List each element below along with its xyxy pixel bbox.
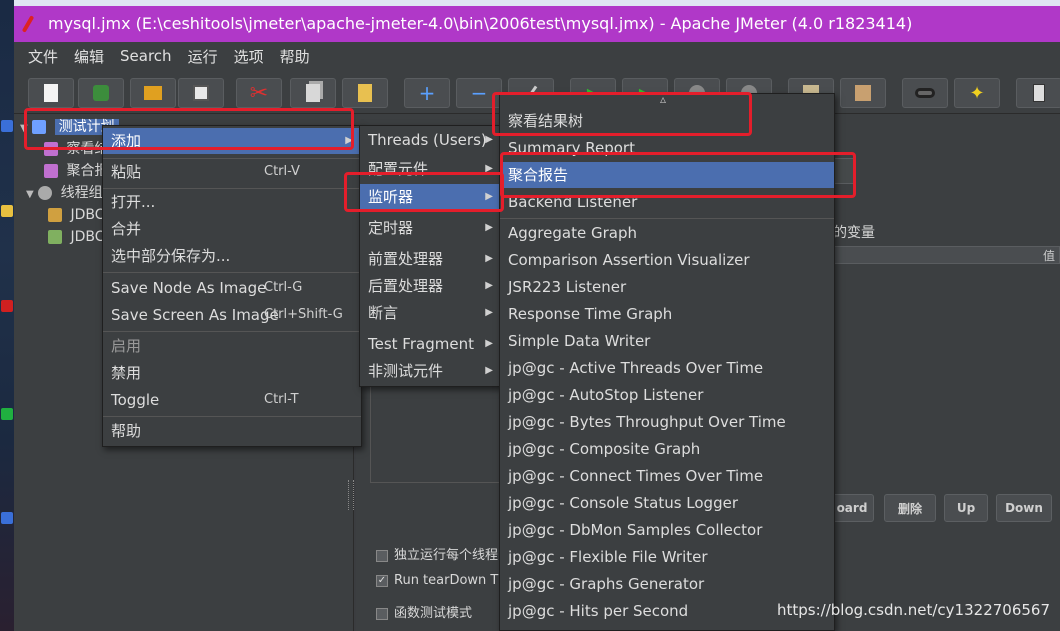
watermark-text: https://blog.csdn.net/cy1322706567 <box>776 601 1050 619</box>
listener-composite-graph[interactable]: jp@gc - Composite Graph <box>500 436 834 462</box>
tree-label-jdbc-1: JDBC <box>70 207 105 223</box>
add-from-clipboard-button[interactable]: oard <box>830 494 874 522</box>
desktop-app-icon[interactable] <box>1 300 13 312</box>
context-menu-open[interactable]: 打开... <box>103 189 361 215</box>
paste-icon[interactable] <box>342 78 388 108</box>
add-submenu-pre-processor[interactable]: 前置处理器 ▶ <box>360 246 501 272</box>
listener-active-threads[interactable]: jp@gc - Active Threads Over Time <box>500 355 834 381</box>
menu-search[interactable]: Search <box>112 47 180 65</box>
menu-options[interactable]: 选项 <box>226 46 272 67</box>
jdbc-config-icon <box>48 208 62 222</box>
templates-icon[interactable] <box>78 78 124 108</box>
add-submenu: Threads (Users) ▶ 配置元件 ▶ 监听器 ▶ 定时器 ▶ 前置处理器 ▶ … <box>359 125 502 387</box>
annotation-box-test-plan <box>24 108 354 150</box>
context-menu-save-node-image[interactable]: Save Node As Image Ctrl-G <box>103 275 361 301</box>
checkbox-box[interactable] <box>376 607 388 620</box>
listener-dbmon-collector[interactable]: jp@gc - DbMon Samples Collector <box>500 517 834 543</box>
checkbox-functional-mode[interactable]: 函数测试模式 <box>376 602 472 621</box>
tree-expand-arrow-icon-2[interactable]: ▼ <box>26 189 34 200</box>
up-button[interactable]: Up <box>944 494 988 522</box>
tree-node-aggregate[interactable]: 聚合报 <box>44 160 108 182</box>
listener-simple-data-writer[interactable]: Simple Data Writer <box>500 328 834 354</box>
tree-node-jdbc-1[interactable]: JDBC <box>48 204 105 226</box>
listener-console-status-logger[interactable]: jp@gc - Console Status Logger <box>500 490 834 516</box>
checkbox-box-checked[interactable]: ✓ <box>376 574 388 587</box>
desktop-folder-icon[interactable] <box>1 205 13 217</box>
listener-flexible-file-writer[interactable]: jp@gc - Flexible File Writer <box>500 544 834 570</box>
desktop-shortcut-icon-2[interactable] <box>1 512 13 524</box>
listener-jsr223[interactable]: JSR223 Listener <box>500 274 834 300</box>
context-menu: 添加 ▶ 粘贴 Ctrl-V 打开... 合并 选中部分保存为... Save No… <box>102 125 362 447</box>
checkbox-box[interactable] <box>376 549 388 562</box>
listener-autostop[interactable]: jp@gc - AutoStop Listener <box>500 382 834 408</box>
expand-icon[interactable]: + <box>404 78 450 108</box>
menu-help[interactable]: 帮助 <box>272 46 318 67</box>
listener-aggregate-graph[interactable]: Aggregate Graph <box>500 220 834 246</box>
context-menu-help[interactable]: 帮助 <box>103 418 361 444</box>
new-icon[interactable] <box>28 78 74 108</box>
splitter-handle[interactable] <box>348 480 354 510</box>
delete-button[interactable]: 删除 <box>884 494 936 522</box>
tree-node-jdbc-2[interactable]: JDBC <box>48 226 105 248</box>
variables-table-header: 值 <box>833 246 1060 264</box>
menubar: 文件 编辑 Search 运行 选项 帮助 <box>14 42 1060 70</box>
function-helper-icon[interactable] <box>1016 78 1060 108</box>
checkbox-label: 独立运行每个线程 <box>394 548 499 563</box>
menu-file[interactable]: 文件 <box>20 46 66 67</box>
listener-comparison-assertion-visualizer[interactable]: Comparison Assertion Visualizer <box>500 247 834 273</box>
listener-icon-2 <box>44 164 58 178</box>
add-submenu-post-processor[interactable]: 后置处理器 ▶ <box>360 273 501 299</box>
checkbox-run-independently[interactable]: 独立运行每个线程 <box>376 544 498 563</box>
context-menu-save-screen-image[interactable]: Save Screen As Image Ctrl+Shift-G <box>103 302 361 328</box>
annotation-box-view-results-tree <box>492 92 752 136</box>
context-menu-save-selection[interactable]: 选中部分保存为... <box>103 243 361 269</box>
menu-run[interactable]: 运行 <box>180 46 226 67</box>
context-menu-merge[interactable]: 合并 <box>103 216 361 242</box>
listener-response-time-graph[interactable]: Response Time Graph <box>500 301 834 327</box>
search-icon[interactable] <box>902 78 948 108</box>
jdbc-sampler-icon <box>48 230 62 244</box>
listener-graphs-generator[interactable]: jp@gc - Graphs Generator <box>500 571 834 597</box>
tree-label-jdbc-2: JDBC <box>70 229 105 245</box>
clear-all-icon[interactable] <box>840 78 886 108</box>
annotation-box-listener <box>344 172 504 212</box>
window-titlebar: mysql.jmx (E:\ceshitools\jmeter\apache-j… <box>14 6 1060 42</box>
add-submenu-test-fragment[interactable]: Test Fragment ▶ <box>360 331 501 357</box>
listener-connect-times[interactable]: jp@gc - Connect Times Over Time <box>500 463 834 489</box>
open-icon[interactable] <box>130 78 176 108</box>
checkbox-label: 函数测试模式 <box>394 606 473 621</box>
reset-search-icon[interactable]: ✦ <box>954 78 1000 108</box>
gear-icon <box>38 186 53 200</box>
cut-icon[interactable]: ✂ <box>236 78 282 108</box>
add-submenu-assertion[interactable]: 断言 ▶ <box>360 300 501 326</box>
desktop-app-icon-2[interactable] <box>1 408 13 420</box>
tree-label-thread-group: 线程组 <box>60 185 103 201</box>
add-submenu-threads[interactable]: Threads (Users) ▶ <box>360 127 501 153</box>
context-menu-disable[interactable]: 禁用 <box>103 360 361 386</box>
context-menu-enable: 启用 <box>111 337 142 355</box>
checkbox-label: Run tearDown Thr <box>394 573 512 588</box>
context-menu-toggle[interactable]: Toggle Ctrl-T <box>103 387 361 413</box>
desktop-background-strip <box>0 0 14 631</box>
copy-icon[interactable] <box>290 78 336 108</box>
annotation-box-aggregate-report <box>500 152 856 198</box>
listener-bytes-throughput[interactable]: jp@gc - Bytes Throughput Over Time <box>500 409 834 435</box>
menu-edit[interactable]: 编辑 <box>66 46 112 67</box>
window-title: mysql.jmx (E:\ceshitools\jmeter\apache-j… <box>48 14 913 33</box>
jmeter-feather-icon <box>21 15 35 33</box>
save-icon[interactable] <box>178 78 224 108</box>
checkbox-run-teardown[interactable]: ✓ Run tearDown Thr <box>376 573 512 588</box>
desktop-shortcut-icon[interactable] <box>1 120 13 132</box>
down-button[interactable]: Down <box>996 494 1052 522</box>
user-defined-variables-label: 的变量 <box>833 225 875 241</box>
add-submenu-non-test-elements[interactable]: 非测试元件 ▶ <box>360 358 501 384</box>
value-column-header: 值 <box>1042 249 1055 263</box>
context-menu-paste[interactable]: 粘贴 Ctrl-V <box>103 159 361 185</box>
add-submenu-timer[interactable]: 定时器 ▶ <box>360 215 501 241</box>
tree-node-thread-group[interactable]: ▼ 线程组 <box>26 182 103 204</box>
